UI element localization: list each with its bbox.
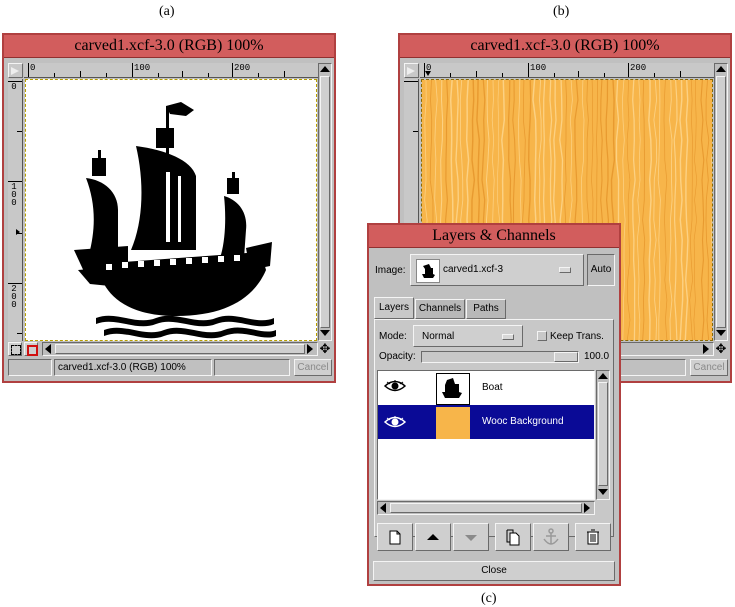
vertical-ruler: 0 1 0 0 2 0 0 [8,79,23,341]
ruler-label: 200 [234,63,251,73]
ruler-label: 100 [530,63,547,73]
scroll-left-arrow-icon[interactable] [380,503,386,513]
option-menu-indicator-icon [559,267,571,273]
vertical-scrollbar[interactable] [714,63,728,341]
ruler-label: 0 [30,63,36,73]
layer-row-boat[interactable]: Boat [378,371,594,405]
qmask-off-icon[interactable] [8,342,22,356]
layer-name: Boat [482,382,503,393]
scroll-thumb[interactable] [716,76,726,328]
scroll-down-arrow-icon[interactable] [320,330,330,336]
status-left-field [8,359,52,376]
image-label: Image: [375,265,406,276]
opacity-slider-handle[interactable] [554,352,578,362]
scroll-thumb[interactable] [320,76,330,328]
horizontal-ruler: 0 100 200 [420,63,714,78]
qmask-on-icon[interactable] [24,342,38,356]
duplicate-icon [506,529,520,546]
layer-thumbnail-boat [436,373,470,405]
progress-field [214,359,290,376]
ruler-label: 0 [11,82,17,92]
layer-list-vscrollbar[interactable] [596,370,610,500]
scroll-right-arrow-icon[interactable] [703,344,709,354]
status-text: carved1.xcf-3.0 (RGB) 100% [54,359,212,376]
cancel-button[interactable]: Cancel [690,359,728,376]
scroll-left-arrow-icon[interactable] [45,344,51,354]
raise-layer-button[interactable] [415,523,451,551]
ruler-label: 1 0 0 [11,182,17,208]
auto-button[interactable]: Auto [587,254,615,286]
keep-trans-checkbox[interactable] [537,331,547,341]
image-option-menu[interactable]: carved1.xcf-3 [410,254,584,286]
layer-list-hscrollbar[interactable] [377,501,595,515]
ruler-label: 100 [134,63,151,73]
lower-arrow-icon [465,535,477,541]
close-button[interactable]: Close [373,561,615,581]
image-canvas[interactable] [25,79,317,341]
dialog-title[interactable]: Layers & Channels [369,225,619,248]
opacity-slider[interactable] [421,351,579,363]
horizontal-scrollbar[interactable] [42,342,318,356]
scroll-thumb[interactable] [598,382,608,486]
duplicate-layer-button[interactable] [495,523,531,551]
caption-a: (a) [159,4,175,19]
image-menu-value: carved1.xcf-3 [443,264,504,275]
keep-trans-label: Keep Trans. [550,331,604,342]
opacity-label: Opacity: [379,351,416,362]
scroll-thumb[interactable] [55,344,305,354]
tab-channels[interactable]: Channels [415,299,465,319]
navigate-icon[interactable]: ✥ [714,342,728,356]
anchor-layer-button[interactable] [533,523,569,551]
eye-icon[interactable] [383,415,407,429]
menu-arrow-button[interactable] [8,63,23,78]
layers-dialog: Layers & Channels Image: carved1.xcf-3 A… [367,223,621,586]
layer-list: Boat Wooc Background [377,370,595,500]
image-window-a: carved1.xcf-3.0 (RGB) 100% 0 100 200 0 1… [2,33,336,383]
window-title[interactable]: carved1.xcf-3.0 (RGB) 100% [400,35,730,58]
anchor-icon [543,528,559,545]
window-title[interactable]: carved1.xcf-3.0 (RGB) 100% [4,35,334,58]
scroll-down-arrow-icon[interactable] [716,330,726,336]
scroll-down-arrow-icon[interactable] [598,489,608,495]
scroll-right-arrow-icon[interactable] [307,344,313,354]
raise-arrow-icon [427,534,439,540]
mode-value: Normal [422,331,455,342]
layer-row-wood-background[interactable]: Wooc Background [378,405,594,439]
new-layer-icon [389,530,401,545]
caption-b: (b) [553,4,570,19]
vertical-scrollbar[interactable] [318,63,332,341]
navigate-icon[interactable]: ✥ [318,342,332,356]
tab-paths[interactable]: Paths [466,299,506,319]
scroll-right-arrow-icon[interactable] [584,503,590,513]
scroll-up-arrow-icon[interactable] [716,66,726,72]
image-thumbnail-icon [416,259,440,283]
opacity-value: 100.0 [584,351,610,362]
menu-arrow-button[interactable] [404,63,419,78]
delete-layer-button[interactable] [575,523,611,551]
progress-field [610,359,686,376]
opacity-slider-fill [422,352,554,362]
ruler-label: 0 [426,63,432,73]
horizontal-ruler: 0 100 200 [24,63,318,78]
scroll-thumb[interactable] [390,503,582,513]
new-layer-button[interactable] [377,523,413,551]
scroll-up-arrow-icon[interactable] [598,373,608,379]
scroll-up-arrow-icon[interactable] [320,66,330,72]
mode-label: Mode: [379,331,407,342]
cancel-button[interactable]: Cancel [294,359,332,376]
trash-icon [587,529,599,545]
ship-silhouette [74,102,276,339]
ruler-label: 200 [630,63,647,73]
layer-name: Wooc Background [482,416,564,427]
lower-layer-button[interactable] [453,523,489,551]
layer-thumbnail-wood [436,407,470,439]
tab-layers[interactable]: Layers [374,297,414,319]
eye-icon[interactable] [383,379,407,393]
mode-option-menu[interactable]: Normal [413,325,523,347]
option-menu-indicator-icon [502,334,514,340]
ruler-label: 2 0 0 [11,284,17,310]
caption-c: (c) [481,591,497,606]
